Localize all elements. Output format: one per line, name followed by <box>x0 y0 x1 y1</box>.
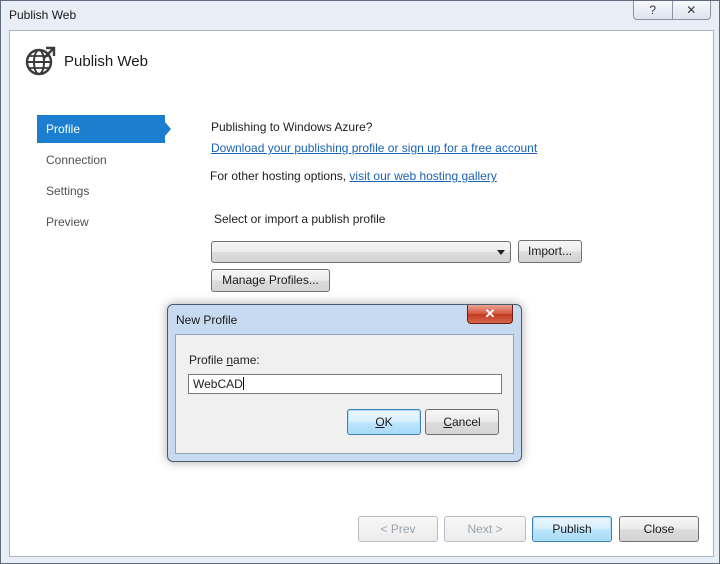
window-title: Publish Web <box>9 8 77 22</box>
ok-button-rest: K <box>384 415 393 429</box>
hosting-text: For other hosting options, visit our web… <box>210 169 497 183</box>
cancel-button-rest: ancel <box>451 415 481 429</box>
profile-name-label-pre: Profile <box>189 353 227 367</box>
page-title: Publish Web <box>64 53 148 70</box>
manage-profiles-button[interactable]: Manage Profiles... <box>211 269 330 292</box>
text-caret <box>242 377 244 390</box>
chevron-down-icon <box>497 250 505 255</box>
window-client-area: Publish Web Profile Connection Settings … <box>9 30 714 557</box>
publish-web-window: Publish Web ? ✕ Publish Web Profile Conn… <box>0 0 720 564</box>
profile-name-input[interactable]: WebCAD <box>188 374 502 394</box>
ok-button-mnemonic: O <box>375 415 385 429</box>
ok-button[interactable]: OK <box>347 409 421 435</box>
new-profile-dialog: New Profile ✕ Profile name: WebCAD OK Ca… <box>167 304 522 462</box>
globe-publish-icon <box>25 46 56 76</box>
profile-name-label: Profile name: <box>189 353 260 367</box>
cancel-button[interactable]: Cancel <box>425 409 499 435</box>
cancel-button-mnemonic: C <box>443 415 452 429</box>
hosting-prefix: For other hosting options, <box>210 169 347 183</box>
help-button[interactable]: ? <box>634 1 672 19</box>
profile-name-label-post: ame: <box>233 353 260 367</box>
close-button[interactable]: Close <box>619 516 699 542</box>
nav-item-profile[interactable]: Profile <box>37 115 171 143</box>
next-button[interactable]: Next > <box>444 516 526 542</box>
dialog-close-button[interactable]: ✕ <box>467 305 513 324</box>
azure-heading: Publishing to Windows Azure? <box>211 120 373 134</box>
publish-button[interactable]: Publish <box>532 516 612 542</box>
window-close-button[interactable]: ✕ <box>671 1 711 19</box>
dialog-client-area: Profile name: WebCAD OK Cancel <box>175 334 514 454</box>
dialog-title: New Profile <box>176 313 238 327</box>
nav-item-settings[interactable]: Settings <box>37 177 167 205</box>
hosting-gallery-link[interactable]: visit our web hosting gallery <box>349 169 496 183</box>
close-icon: ✕ <box>484 306 496 321</box>
close-icon: ✕ <box>686 3 697 17</box>
profile-combobox[interactable] <box>211 241 511 263</box>
profile-name-input-value: WebCAD <box>193 377 243 391</box>
import-button[interactable]: Import... <box>518 240 582 263</box>
title-bar[interactable]: Publish Web ? ✕ <box>1 1 719 29</box>
nav-item-connection[interactable]: Connection <box>37 146 167 174</box>
help-icon: ? <box>649 3 657 17</box>
prev-button[interactable]: < Prev <box>358 516 438 542</box>
nav-item-preview[interactable]: Preview <box>37 208 167 236</box>
azure-download-link[interactable]: Download your publishing profile or sign… <box>211 141 537 155</box>
select-profile-label: Select or import a publish profile <box>214 212 386 226</box>
title-bar-buttons: ? ✕ <box>633 1 711 20</box>
